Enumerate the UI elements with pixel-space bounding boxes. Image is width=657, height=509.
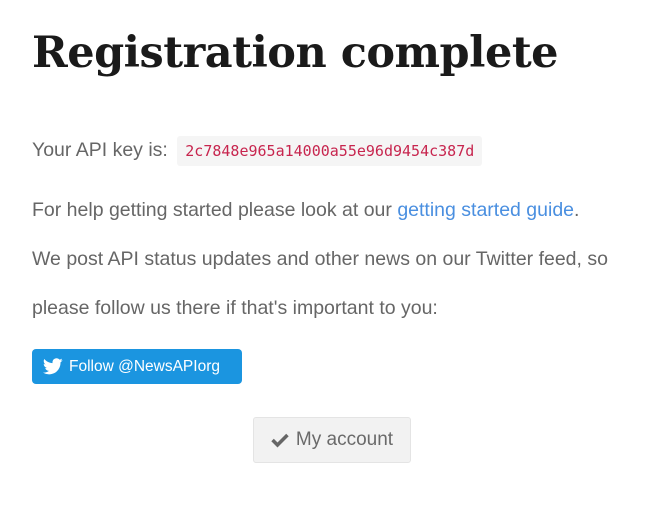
- getting-started-link[interactable]: getting started guide: [397, 199, 574, 221]
- my-account-label: My account: [295, 429, 394, 450]
- page-title: Registration complete: [32, 28, 559, 78]
- news-line-2: please follow us there if that's importa…: [32, 297, 438, 319]
- news-line-1: We post API status updates and other new…: [32, 248, 608, 270]
- api-key-label: Your API key is:: [32, 139, 168, 161]
- news-paragraph: We post API status updates and other new…: [32, 235, 608, 333]
- check-icon: [271, 433, 289, 448]
- api-key-value[interactable]: 2c7848e965a14000a55e96d9454c387d: [177, 136, 483, 166]
- twitter-follow-button[interactable]: Follow @NewsAPIorg: [32, 349, 242, 384]
- help-text-suffix: .: [574, 199, 580, 221]
- api-key-line: Your API key is: 2c7848e965a14000a55e96d…: [32, 126, 483, 176]
- twitter-bird-icon: [43, 358, 63, 375]
- twitter-follow-label: Follow @NewsAPIorg: [69, 357, 220, 375]
- help-text-prefix: For help getting started please look at …: [32, 199, 398, 221]
- help-line: For help getting started please look at …: [32, 186, 579, 235]
- my-account-button[interactable]: My account: [253, 417, 411, 463]
